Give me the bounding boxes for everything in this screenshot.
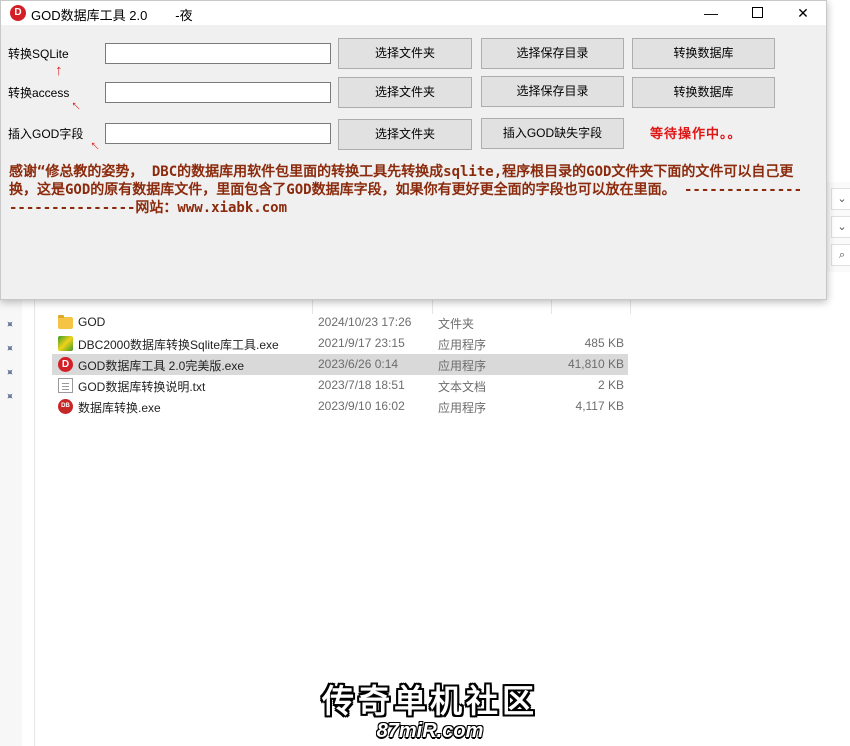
file-name: 数据库转换.exe bbox=[78, 401, 161, 415]
file-size: 4,117 KB bbox=[575, 399, 624, 413]
folder-icon bbox=[58, 315, 73, 329]
pin-icon[interactable]: ✦ bbox=[2, 389, 18, 404]
god-path-input[interactable] bbox=[105, 123, 331, 144]
god-label: 插入GOD字段 bbox=[8, 127, 84, 141]
sqlite-label: 转换SQLite bbox=[8, 47, 69, 61]
window-title: GOD数据库工具 2.0 -夜 bbox=[31, 8, 193, 23]
file-type: 文本文档 bbox=[438, 380, 487, 394]
arrow-up-icon: ↑ bbox=[55, 62, 63, 79]
god-exe-icon bbox=[58, 357, 73, 372]
pin-icon[interactable]: ✦ bbox=[2, 341, 18, 356]
maximize-icon bbox=[751, 7, 763, 19]
file-row[interactable]: 数据库转换.exe 2023/9/10 16:02 应用程序 4,117 KB bbox=[52, 396, 628, 417]
file-type: 应用程序 bbox=[438, 338, 487, 352]
file-date: 2021/9/17 23:15 bbox=[318, 336, 405, 350]
god-tool-window: D GOD数据库工具 2.0 -夜 — ✕ 转换SQLite ↑ 选择文件夹 选择… bbox=[0, 0, 827, 300]
window-title-suffix: -夜 bbox=[175, 8, 193, 23]
pane-divider[interactable] bbox=[34, 300, 35, 746]
watermark-url: 87miR.com bbox=[376, 720, 484, 742]
file-row[interactable]: GOD 2024/10/23 17:26 文件夹 bbox=[52, 312, 628, 333]
column-divider[interactable] bbox=[630, 300, 631, 314]
file-type: 应用程序 bbox=[438, 401, 487, 415]
minimize-button[interactable]: — bbox=[688, 1, 734, 25]
god-select-folder-button[interactable]: 选择文件夹 bbox=[338, 119, 472, 150]
access-convert-button[interactable]: 转换数据库 bbox=[632, 77, 775, 108]
sqlite-convert-button[interactable]: 转换数据库 bbox=[632, 38, 775, 69]
explorer-right-toolbar: ⌄ ⌄ ⌕ bbox=[826, 182, 850, 272]
text-file-icon bbox=[58, 378, 73, 393]
watermark: 传奇单机社区 87miR.com bbox=[300, 676, 560, 743]
sqlite-select-save-dir-button[interactable]: 选择保存目录 bbox=[481, 38, 624, 69]
file-size: 41,810 KB bbox=[567, 357, 624, 371]
file-date: 2023/9/10 16:02 bbox=[318, 399, 405, 413]
maximize-button[interactable] bbox=[734, 1, 780, 25]
watermark-title: 传奇单机社区 bbox=[321, 682, 538, 720]
app-logo-icon: D bbox=[10, 5, 26, 21]
access-path-input[interactable] bbox=[105, 82, 331, 103]
access-label: 转换access bbox=[8, 86, 70, 100]
file-name: GOD bbox=[78, 315, 106, 329]
pin-icon[interactable]: ✦ bbox=[2, 317, 18, 332]
chevron-down-icon[interactable]: ⌄ bbox=[831, 216, 850, 238]
file-row-selected[interactable]: GOD数据库工具 2.0完美版.exe 2023/6/26 0:14 应用程序 … bbox=[52, 354, 628, 375]
file-name: DBC2000数据库转换Sqlite库工具.exe bbox=[78, 338, 279, 352]
file-size: 485 KB bbox=[584, 336, 624, 350]
file-date: 2024/10/23 17:26 bbox=[318, 315, 412, 329]
search-icon[interactable]: ⌕ bbox=[831, 244, 850, 266]
chevron-down-icon[interactable]: ⌄ bbox=[831, 188, 850, 210]
navigation-pane: ✦ ✦ ✦ ✦ bbox=[0, 300, 22, 746]
file-row[interactable]: DBC2000数据库转换Sqlite库工具.exe 2021/9/17 23:1… bbox=[52, 333, 628, 354]
status-text: 等待操作中。。 bbox=[650, 126, 742, 141]
file-date: 2023/6/26 0:14 bbox=[318, 357, 399, 371]
file-type: 文件夹 bbox=[438, 317, 475, 331]
dbc-exe-icon bbox=[58, 336, 73, 351]
sqlite-path-input[interactable] bbox=[105, 43, 331, 64]
pin-icon[interactable]: ✦ bbox=[2, 365, 18, 380]
file-name: GOD数据库工具 2.0完美版.exe bbox=[78, 359, 245, 373]
file-size: 2 KB bbox=[597, 378, 624, 392]
file-type: 应用程序 bbox=[438, 359, 487, 373]
db-convert-exe-icon bbox=[58, 399, 73, 414]
insert-god-fields-button[interactable]: 插入GOD缺失字段 bbox=[481, 118, 624, 149]
sqlite-select-folder-button[interactable]: 选择文件夹 bbox=[338, 38, 472, 69]
file-name: GOD数据库转换说明.txt bbox=[78, 380, 206, 394]
file-row[interactable]: GOD数据库转换说明.txt 2023/7/18 18:51 文本文档 2 KB bbox=[52, 375, 628, 396]
title-bar[interactable]: D GOD数据库工具 2.0 -夜 — ✕ bbox=[1, 1, 826, 25]
access-select-folder-button[interactable]: 选择文件夹 bbox=[338, 77, 472, 108]
close-button[interactable]: ✕ bbox=[780, 1, 826, 25]
arrow-up-left-icon: ↑ bbox=[67, 96, 85, 115]
arrow-up-left-icon: ↑ bbox=[86, 136, 104, 155]
description-text: 感谢“修总教的姿势， DBC的数据库用软件包里面的转换工具先转换成sqlite,… bbox=[9, 164, 803, 216]
access-select-save-dir-button[interactable]: 选择保存目录 bbox=[481, 76, 624, 107]
file-date: 2023/7/18 18:51 bbox=[318, 378, 405, 392]
